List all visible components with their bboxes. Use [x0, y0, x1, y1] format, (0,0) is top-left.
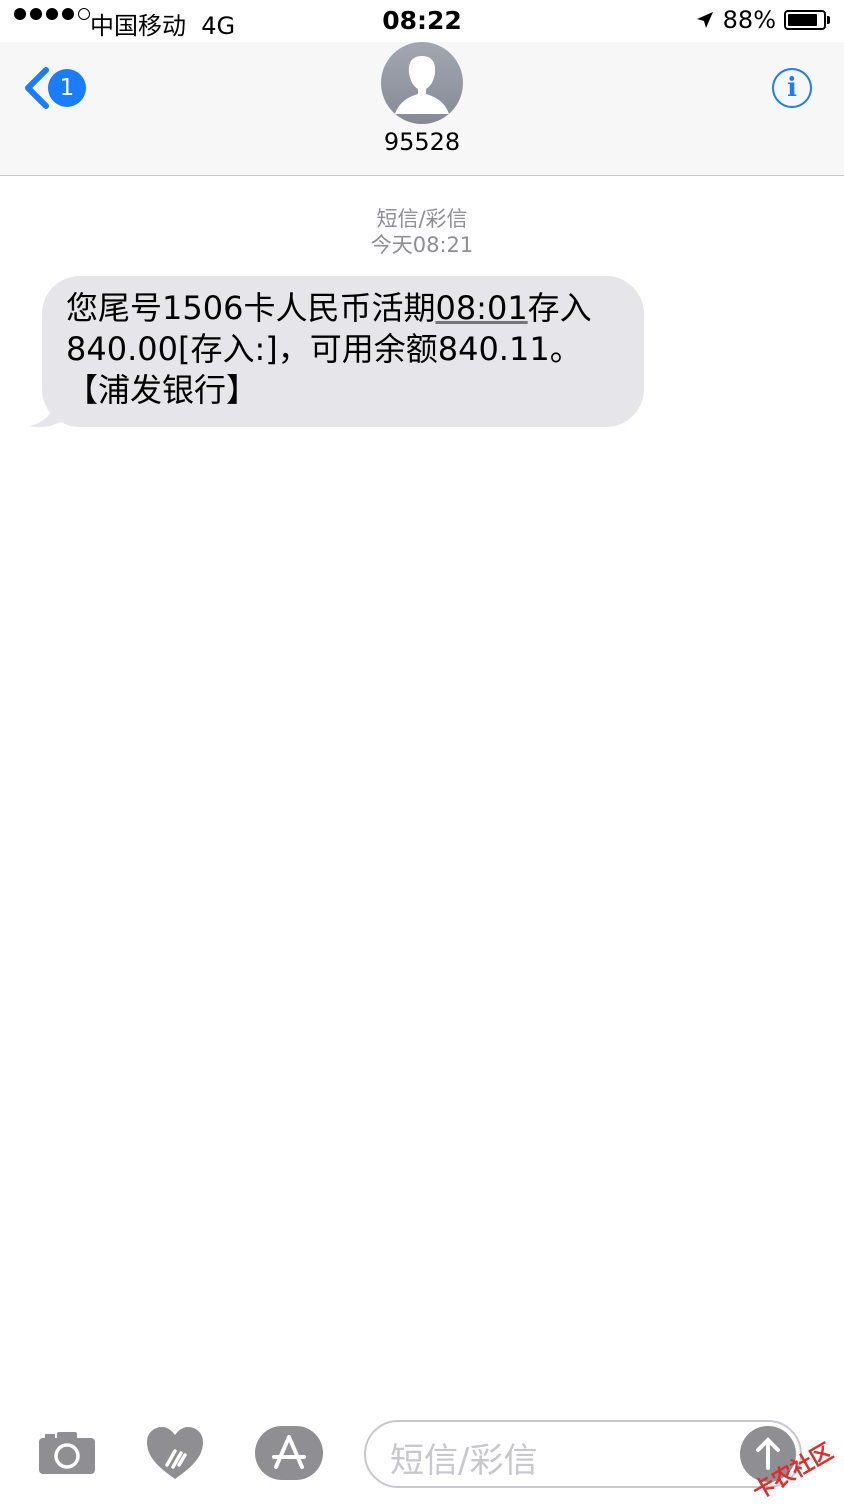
message-line: 您尾号1506卡人民币活期08:01存入	[66, 289, 592, 327]
conversation-header: 1 95528 i	[0, 42, 844, 176]
contact-name[interactable]: 95528	[0, 128, 844, 156]
info-button[interactable]: i	[772, 68, 812, 108]
battery-percent: 88%	[722, 6, 776, 34]
message-input-placeholder: 短信/彩信	[390, 1441, 538, 1481]
app-store-icon	[255, 1426, 323, 1480]
time-link[interactable]: 08:01	[435, 289, 527, 327]
camera-icon	[39, 1432, 95, 1474]
compose-toolbar: 短信/彩信 卡农社区	[0, 1410, 844, 1505]
message-input[interactable]: 短信/彩信	[364, 1420, 802, 1488]
message-line: 【浦发银行】	[66, 371, 259, 409]
status-bar: 中国移动 4G 08:22 88%	[0, 0, 844, 42]
unread-count-badge: 1	[48, 69, 86, 107]
status-right: 88%	[695, 6, 830, 34]
incoming-message-bubble[interactable]: 您尾号1506卡人民币活期08:01存入 840.00[存入:]，可用余额840…	[42, 276, 644, 427]
digital-touch-button[interactable]	[140, 1422, 210, 1484]
camera-button[interactable]	[32, 1422, 102, 1484]
contact-avatar[interactable]	[381, 42, 463, 124]
heart-hands-icon	[147, 1427, 203, 1479]
location-arrow-icon	[696, 12, 713, 28]
info-icon: i	[787, 73, 797, 103]
back-button[interactable]: 1	[22, 66, 86, 110]
battery-icon	[784, 10, 826, 30]
person-silhouette-icon	[395, 56, 449, 114]
app-store-button[interactable]	[254, 1422, 324, 1484]
message-line: 840.00[存入:]，可用余额840.11。	[66, 330, 582, 368]
message-timestamp: 今天08:21	[370, 233, 474, 257]
